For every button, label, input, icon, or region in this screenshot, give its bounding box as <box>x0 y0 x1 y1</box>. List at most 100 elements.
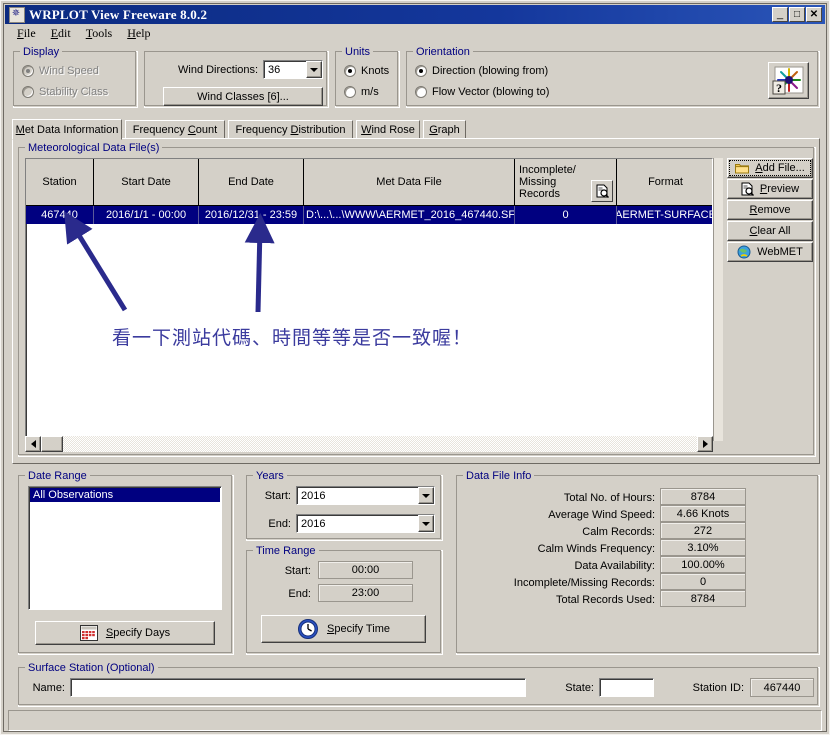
column-header-incomplete-line3: Records <box>519 188 576 200</box>
clear-all-button-label: lear All <box>757 225 790 237</box>
chevron-down-icon[interactable] <box>306 61 322 78</box>
clock-icon <box>297 618 319 640</box>
tab-graph[interactable]: Graph <box>423 120 466 139</box>
menu-item-edit-label: dit <box>58 26 71 40</box>
chevron-down-icon[interactable] <box>418 487 434 504</box>
grid-horizontal-scrollbar[interactable] <box>25 436 713 452</box>
column-header-incomplete-line2: Missing <box>519 176 576 188</box>
date-range-group-legend: Date Range <box>25 470 90 482</box>
radio-knots-label: Knots <box>361 65 389 77</box>
incomplete-missing-records-label: Incomplete/Missing Records: <box>457 577 655 589</box>
column-header-incomplete-line1: Incomplete/ <box>519 164 576 176</box>
surface-station-state-input[interactable] <box>599 678 654 697</box>
surface-station-name-input[interactable] <box>70 678 526 697</box>
list-item[interactable]: All Observations <box>30 488 220 502</box>
incomplete-missing-records-value: 0 <box>660 573 746 590</box>
data-file-info-group: Data File Info Total No. of Hours: 8784 … <box>456 475 820 655</box>
column-header-start-date[interactable]: Start Date <box>94 159 199 205</box>
radio-direction-blowing-from[interactable]: Direction (blowing from) <box>415 65 548 77</box>
tab-frequency-distribution[interactable]: Frequency Distribution <box>228 120 353 139</box>
years-end-label: End: <box>251 518 291 530</box>
orientation-group-legend: Orientation <box>413 46 473 58</box>
radio-wind-speed[interactable]: Wind Speed <box>22 65 99 77</box>
preview-document-icon[interactable] <box>591 180 613 202</box>
station-id-label: Station ID: <box>674 682 744 694</box>
clear-all-button[interactable]: Clear All <box>727 221 813 241</box>
cell-station: 467440 <box>26 206 94 224</box>
title-bar: ✵ WRPLOT View Freeware 8.0.2 _ □ ✕ <box>5 5 825 24</box>
years-start-combo[interactable]: 2016 <box>296 486 435 505</box>
windrose-help-button[interactable]: ? <box>768 62 809 99</box>
radio-direction-label: Direction (blowing from) <box>432 65 548 77</box>
specify-time-button-label: pecify Time <box>334 623 390 635</box>
radio-stability-class[interactable]: Stability Class <box>22 86 108 98</box>
preview-button-label: review <box>767 183 799 195</box>
radio-dot-icon <box>22 86 34 98</box>
preview-button[interactable]: Preview <box>727 179 813 199</box>
menu-bar: File Edit Tools Help <box>5 24 825 42</box>
column-header-met-data-file-label: Met Data File <box>376 176 441 188</box>
specify-time-button[interactable]: Specify Time <box>261 615 426 643</box>
radio-knots[interactable]: Knots <box>344 65 389 77</box>
tab-page-met-data-information: Meteorological Data File(s) Station Star… <box>12 138 820 464</box>
surface-station-group-legend: Surface Station (Optional) <box>25 662 158 674</box>
remove-button-label: emove <box>757 204 790 216</box>
cell-end-date: 2016/12/31 - 23:59 <box>199 206 304 224</box>
menu-item-tools[interactable]: Tools <box>80 25 122 42</box>
average-wind-speed-value: 4.66 Knots <box>660 505 746 522</box>
column-header-format-label: Format <box>648 176 683 188</box>
wind-directions-panel: Wind Directions: 36 Wind Classes [6]... <box>144 51 329 108</box>
menu-item-help[interactable]: Help <box>121 25 159 42</box>
preview-document-glyph <box>596 184 609 198</box>
minimize-button[interactable]: _ <box>772 7 788 22</box>
meteorological-data-group: Meteorological Data File(s) Station Star… <box>18 147 816 457</box>
menu-item-file[interactable]: File <box>11 25 45 42</box>
scroll-right-button[interactable] <box>697 436 713 452</box>
years-end-combo[interactable]: 2016 <box>296 514 435 533</box>
column-header-format[interactable]: Format <box>617 159 713 205</box>
radio-dot-icon <box>344 86 356 98</box>
date-range-group: Date Range All Observations Specify <box>18 475 234 655</box>
table-row[interactable]: 467440 2016/1/1 - 00:00 2016/12/31 - 23:… <box>26 206 712 224</box>
scroll-thumb[interactable] <box>41 436 63 452</box>
radio-ms[interactable]: m/s <box>344 86 379 98</box>
grid-vertical-scrollbar[interactable] <box>713 158 723 441</box>
windrose-help-icon: ? <box>772 66 806 96</box>
tab-met-data-information[interactable]: Met Data Information <box>12 119 122 140</box>
tab-graph-label: raph <box>438 124 460 136</box>
close-button[interactable]: ✕ <box>806 7 822 22</box>
column-header-station[interactable]: Station <box>26 159 94 205</box>
tab-frequency-count[interactable]: Frequency Count <box>125 120 225 139</box>
tab-wind-rose[interactable]: Wind Rose <box>356 120 420 139</box>
tab-frequency-distribution-label-post: istribution <box>298 124 345 136</box>
column-header-end-date[interactable]: End Date <box>199 159 304 205</box>
surface-station-name-label: Name: <box>25 682 65 694</box>
years-end-value: 2016 <box>297 518 418 530</box>
wind-directions-combo[interactable]: 36 <box>263 60 323 79</box>
radio-flow-vector-blowing-to[interactable]: Flow Vector (blowing to) <box>415 86 549 98</box>
webmet-button[interactable]: WebMET <box>727 242 813 262</box>
years-start-label: Start: <box>251 490 291 502</box>
radio-dot-icon <box>344 65 356 77</box>
remove-button[interactable]: Remove <box>727 200 813 220</box>
wind-classes-button[interactable]: Wind Classes [6]... <box>163 87 323 106</box>
specify-days-button-label: pecify Days <box>113 627 170 639</box>
maximize-button[interactable]: □ <box>789 7 805 22</box>
preview-document-icon <box>741 182 754 196</box>
scroll-track[interactable] <box>63 436 697 452</box>
add-file-button[interactable]: Add File... <box>727 158 813 178</box>
specify-days-button[interactable]: Specify Days <box>35 621 215 645</box>
date-range-listbox[interactable]: All Observations <box>28 486 222 610</box>
windrose-icon: ✵ <box>9 7 25 23</box>
column-header-incomplete-missing-records[interactable]: Incomplete/ Missing Records <box>515 159 617 205</box>
met-data-grid[interactable]: Station Start Date End Date Met Data Fil… <box>25 158 713 441</box>
menu-item-edit[interactable]: Edit <box>45 25 80 42</box>
time-range-end-label: End: <box>251 588 311 600</box>
radio-stability-class-label: Stability Class <box>39 86 108 98</box>
windrose-glyph: ✵ <box>11 9 21 19</box>
chevron-down-icon[interactable] <box>418 515 434 532</box>
webmet-button-label: WebMET <box>757 246 803 258</box>
scroll-left-button[interactable] <box>25 436 41 452</box>
column-header-met-data-file[interactable]: Met Data File <box>304 159 515 205</box>
window-title: WRPLOT View Freeware 8.0.2 <box>29 7 772 23</box>
